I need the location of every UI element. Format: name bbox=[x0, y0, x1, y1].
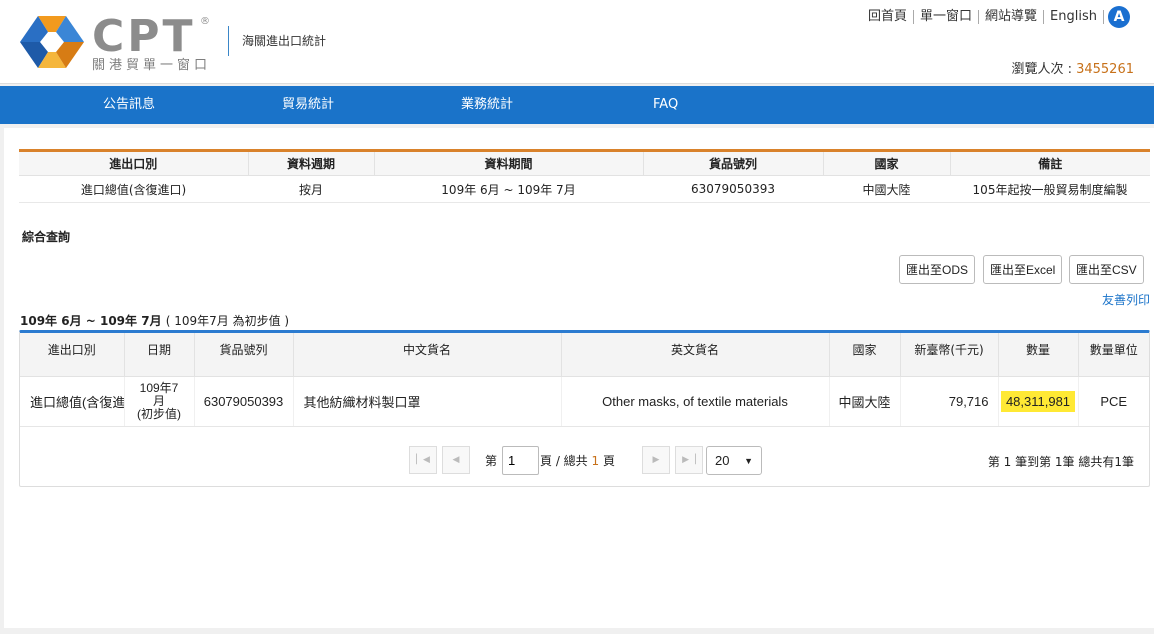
page-label-total: 頁 / 總共 1 頁 bbox=[540, 452, 615, 469]
first-page-icon[interactable]: ▏◀ bbox=[409, 446, 437, 474]
period-range: 109年 6月 ~ 109年 7月 bbox=[20, 314, 162, 328]
print-friendly-link[interactable]: 友善列印 bbox=[1102, 291, 1150, 308]
results-header-cell: 英文貨名 bbox=[561, 333, 830, 377]
summary-cell-remark: 105年起按一般貿易制度編製 bbox=[950, 175, 1150, 203]
main-nav: 公告訊息 貿易統計 業務統計 FAQ bbox=[0, 86, 1154, 124]
result-cell-quantity: 48,311,981 bbox=[998, 376, 1079, 427]
period-note: ( 109年7月 為初步值 ) bbox=[165, 314, 290, 328]
table-row: 進口總值(含復進 109年7 月 (初步值) 63079050393 其他紡織材… bbox=[20, 376, 1149, 427]
results-header-cell: 新臺幣(千元) bbox=[900, 333, 999, 377]
results-header-cell: 中文貨名 bbox=[293, 333, 562, 377]
nav-business-statistics[interactable]: 業務統計 bbox=[461, 86, 513, 124]
summary-header-cell: 資料期間 bbox=[374, 150, 644, 176]
date-line: 月 bbox=[152, 393, 165, 408]
results-header-cell: 進出口別 bbox=[20, 333, 125, 377]
summary-cell-trade-type: 進口總值(含復進口) bbox=[19, 175, 248, 203]
result-cell-code: 63079050393 bbox=[194, 376, 294, 427]
query-summary-table: 進出口別 資料週期 資料期間 貨品號列 國家 備註 進口總值(含復進口) 按月 … bbox=[19, 149, 1150, 203]
nav-faq[interactable]: FAQ bbox=[653, 86, 678, 124]
page-size-select[interactable]: 20 ▼ bbox=[706, 446, 762, 475]
accessibility-icon[interactable]: A bbox=[1108, 6, 1130, 28]
export-ods-button[interactable]: 匯出至ODS bbox=[899, 255, 976, 284]
top-links: 回首頁 單一窗口 網站導覽 English A bbox=[862, 6, 1130, 28]
home-link[interactable]: 回首頁 bbox=[862, 10, 915, 24]
page-label-pre: 第 bbox=[485, 454, 498, 468]
result-cell-unit: PCE bbox=[1078, 376, 1149, 427]
nav-trade-statistics[interactable]: 貿易統計 bbox=[282, 86, 334, 124]
summary-header-cell: 貨品號列 bbox=[643, 150, 824, 176]
export-excel-button[interactable]: 匯出至Excel bbox=[983, 255, 1063, 284]
chevron-down-icon: ▼ bbox=[744, 455, 753, 466]
result-cell-value: 79,716 bbox=[900, 376, 999, 427]
site-header: CPT ® 關港貿單一窗口 海關進出口統計 回首頁 單一窗口 網站導覽 Engl… bbox=[0, 0, 1154, 84]
combined-query-title: 綜合查詢 bbox=[22, 230, 71, 244]
page-label-post: 頁 bbox=[602, 454, 615, 468]
nav-announcements[interactable]: 公告訊息 bbox=[103, 86, 155, 124]
main-content: 進出口別 資料週期 資料期間 貨品號列 國家 備註 進口總值(含復進口) 按月 … bbox=[4, 128, 1154, 628]
pagination-summary: 第 1 筆到第 1筆 總共有1筆 bbox=[987, 455, 1134, 469]
english-link[interactable]: English bbox=[1044, 10, 1104, 24]
summary-header-cell: 資料週期 bbox=[248, 150, 375, 176]
results-panel: 進出口別 日期 貨品號列 中文貨名 英文貨名 國家 新臺幣(千元) 數量 數量單… bbox=[19, 330, 1150, 487]
export-csv-button[interactable]: 匯出至CSV bbox=[1069, 255, 1144, 284]
visitor-counter: 瀏覽人次 : 3455261 bbox=[1011, 58, 1134, 77]
result-cell-country: 中國大陸 bbox=[829, 376, 901, 427]
result-cell-trade-type: 進口總值(含復進 bbox=[20, 376, 125, 427]
date-line: (初步值) bbox=[137, 406, 181, 421]
period-caption: 109年 6月 ~ 109年 7月 ( 109年7月 為初步值 ) bbox=[20, 312, 289, 329]
summary-cell-country: 中國大陸 bbox=[823, 175, 950, 203]
cpt-logo[interactable]: CPT ® 關港貿單一窗口 bbox=[18, 14, 218, 73]
logo-registered-mark: ® bbox=[200, 16, 210, 27]
results-header-cell: 數量單位 bbox=[1078, 333, 1149, 377]
visitor-label: 瀏覽人次 : bbox=[1011, 62, 1077, 77]
page-size-value: 20 bbox=[715, 453, 730, 468]
single-window-link[interactable]: 單一窗口 bbox=[914, 10, 980, 24]
summary-header-row: 進出口別 資料週期 資料期間 貨品號列 國家 備註 bbox=[19, 150, 1150, 176]
cpt-logo-mark-icon bbox=[20, 16, 84, 68]
summary-header-cell: 備註 bbox=[950, 150, 1150, 176]
result-cell-date: 109年7 月 (初步值) bbox=[124, 376, 195, 427]
prev-page-icon[interactable]: ◀ bbox=[442, 446, 470, 474]
page-number-input[interactable] bbox=[502, 446, 539, 475]
summary-header-cell: 國家 bbox=[823, 150, 951, 176]
summary-cell-cycle: 按月 bbox=[248, 175, 374, 203]
result-cell-name-zh: 其他紡織材料製口罩 bbox=[293, 376, 562, 427]
total-pages: 1 bbox=[591, 454, 600, 468]
summary-row: 進口總值(含復進口) 按月 109年 6月 ~ 109年 7月 63079050… bbox=[19, 175, 1150, 203]
summary-cell-period: 109年 6月 ~ 109年 7月 bbox=[374, 175, 643, 203]
sitemap-link[interactable]: 網站導覽 bbox=[979, 10, 1045, 24]
result-cell-name-en: Other masks, of textile materials bbox=[561, 376, 830, 427]
results-header-cell: 日期 bbox=[124, 333, 195, 377]
results-header-cell: 國家 bbox=[829, 333, 901, 377]
quantity-highlight: 48,311,981 bbox=[1000, 390, 1076, 412]
results-table: 進出口別 日期 貨品號列 中文貨名 英文貨名 國家 新臺幣(千元) 數量 數量單… bbox=[20, 333, 1149, 427]
results-header-cell: 貨品號列 bbox=[194, 333, 294, 377]
results-header-cell: 數量 bbox=[998, 333, 1079, 377]
summary-cell-code: 63079050393 bbox=[643, 175, 823, 203]
last-page-icon[interactable]: ▶▕ bbox=[675, 446, 703, 474]
date-line: 109年7 bbox=[139, 380, 179, 395]
header-divider bbox=[228, 26, 229, 56]
results-header-row: 進出口別 日期 貨品號列 中文貨名 英文貨名 國家 新臺幣(千元) 數量 數量單… bbox=[20, 333, 1149, 377]
page-label-mid: 頁 / 總共 bbox=[540, 454, 588, 468]
site-title: 海關進出口統計 bbox=[242, 34, 327, 48]
logo-subtitle: 關港貿單一窗口 bbox=[92, 58, 212, 73]
summary-header-cell: 進出口別 bbox=[19, 150, 249, 176]
next-page-icon[interactable]: ▶ bbox=[642, 446, 670, 474]
visitor-count: 3455261 bbox=[1076, 62, 1134, 77]
